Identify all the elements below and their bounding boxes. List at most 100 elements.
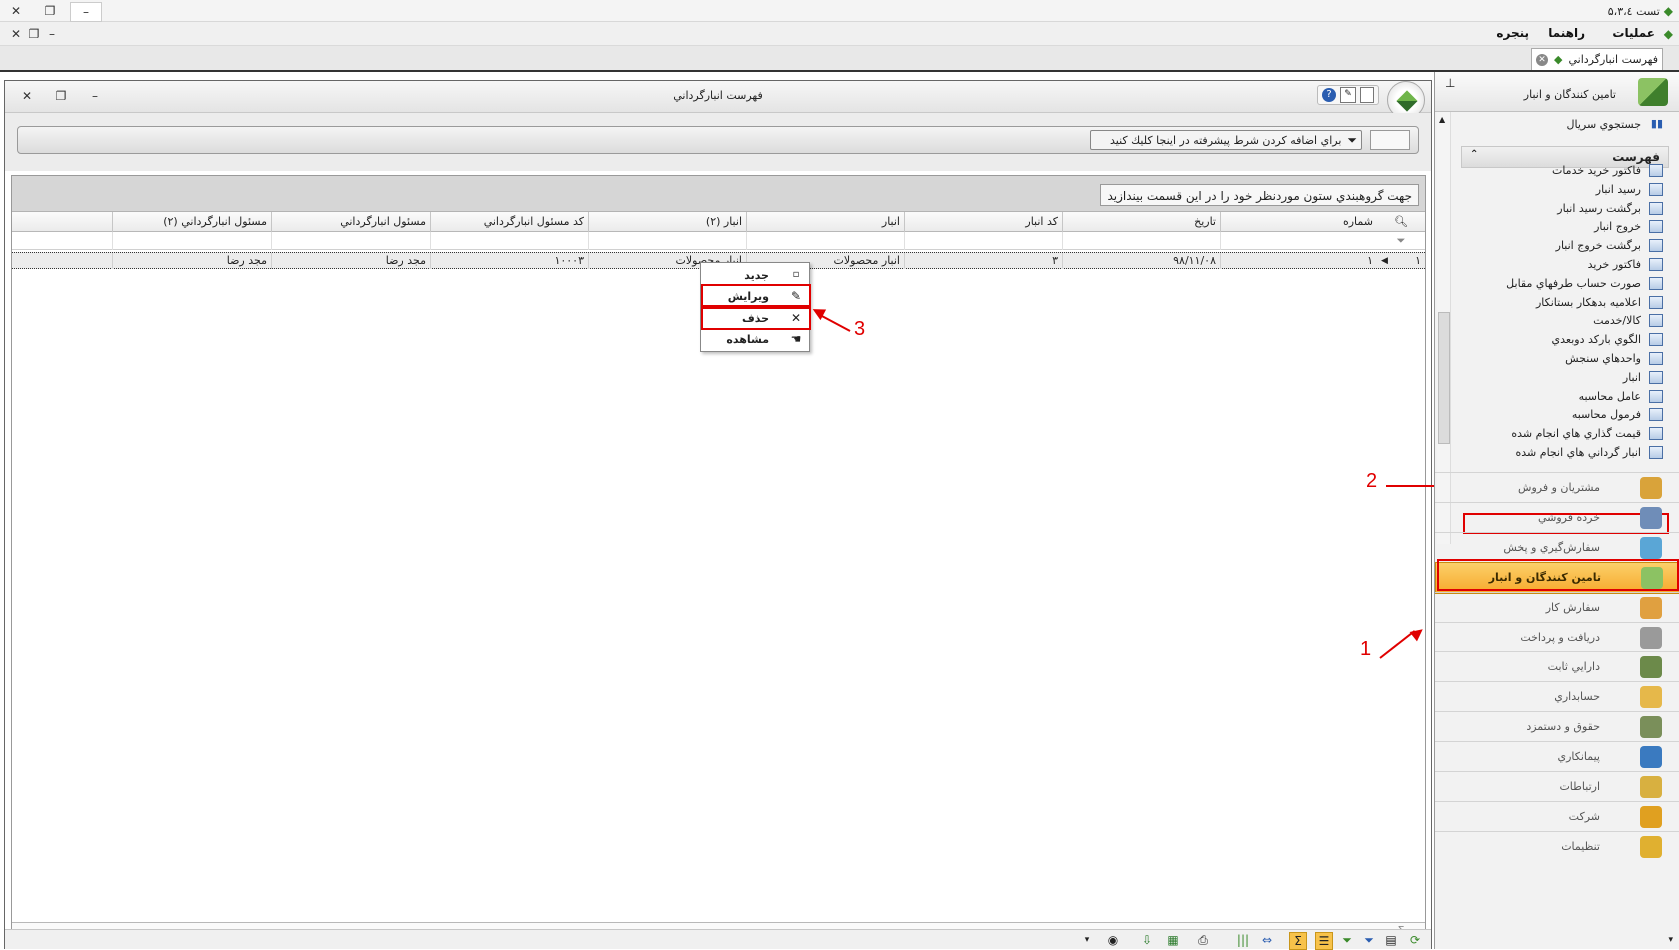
export-icon[interactable]: ⇩ (1139, 932, 1155, 948)
tab-inventory-count-list[interactable]: ✕ ◆ فهرست انبارگرداني (1531, 48, 1663, 70)
grid-search-icon[interactable]: 🔍︎ (1377, 212, 1425, 232)
cell-number[interactable]: ۱ (1220, 253, 1377, 269)
filter-cell[interactable] (588, 232, 746, 250)
module-item[interactable]: تنظيمات (1435, 830, 1679, 862)
column-header-warehouse-2[interactable]: انبار (۲) (588, 212, 746, 232)
context-menu-new-label: جديد (744, 269, 769, 282)
module-item[interactable]: حقوق و دستمزد (1435, 711, 1679, 742)
scroll-thumb[interactable] (1438, 312, 1450, 444)
nav-list-item[interactable]: كالا/خدمت (1461, 312, 1669, 331)
app-titlebar: ✕ ❐ – تست ۵،۳،٤ ◆ (0, 0, 1679, 22)
filter-icon[interactable]: ⏷ (1361, 932, 1377, 948)
help-icon[interactable]: ? (1322, 88, 1336, 102)
nav-list-item[interactable]: انبار (1461, 369, 1669, 388)
module-item[interactable]: حسابداري (1435, 681, 1679, 712)
column-chooser-icon[interactable]: ▤ (1383, 932, 1399, 948)
context-menu-view[interactable]: مشاهده ☚ (701, 329, 809, 350)
nav-list-item-label: رسيد انبار (1595, 182, 1641, 196)
app-restore-button[interactable]: ❐ (38, 2, 62, 20)
row-indicator[interactable]: ◀ ۱ (1377, 253, 1425, 269)
nav-list-item[interactable]: اعلاميه بدهكار بستانكار (1461, 294, 1669, 313)
module-item[interactable]: خرده فروشي (1435, 501, 1679, 533)
filter-side-box[interactable] (1370, 130, 1410, 150)
nav-list-item[interactable]: صورت حساب طرفهاي مقابل (1461, 275, 1669, 294)
module-item[interactable]: شركت (1435, 800, 1679, 832)
nav-list-item-label: برگشت خروج انبار (1555, 239, 1641, 253)
excel-export-icon[interactable]: ▦ (1165, 932, 1181, 948)
cell-count-manager[interactable]: مجد رضا (271, 253, 430, 269)
nav-list-item[interactable]: برگشت رسيد انبار (1461, 200, 1669, 219)
nav-list-item[interactable]: قيمت گذاري هاي انجام شده (1461, 425, 1669, 444)
filter-cell[interactable] (430, 232, 588, 250)
module-icon (1640, 835, 1662, 858)
nav-list-item[interactable]: برگشت خروج انبار (1461, 237, 1669, 256)
group-panel-icon[interactable]: ☰ (1315, 932, 1333, 950)
edit-note-icon[interactable]: ✎ (1340, 87, 1356, 103)
nav-list-item[interactable]: فاكتور خريد (1461, 256, 1669, 275)
nav-list-item[interactable]: رسيد انبار (1461, 181, 1669, 200)
nav-list-item[interactable]: واحدهاي سنجش (1461, 350, 1669, 369)
layout-icon[interactable]: ◉ (1105, 932, 1121, 948)
app-close-button[interactable]: ✕ (4, 2, 28, 20)
cell-date[interactable]: ۹۸/۱۱/۰۸ (1062, 253, 1220, 269)
module-item[interactable]: دريافت و پرداخت (1435, 621, 1679, 653)
filter-cell[interactable] (1062, 232, 1220, 250)
nav-list-item[interactable]: خروج انبار (1461, 218, 1669, 237)
column-header-count-manager-code[interactable]: كد مسئول انبارگرداني (430, 212, 588, 232)
module-item[interactable]: پيمانكاري (1435, 741, 1679, 772)
context-menu-new[interactable]: جديد ▫ (701, 265, 809, 286)
collapse-icon[interactable]: ⌃ (1470, 149, 1478, 160)
nav-list-item[interactable]: الگوي باركد دوبعدي (1461, 331, 1669, 350)
form-icon (1649, 164, 1663, 177)
row-filter-icon[interactable]: ⏷ (1377, 232, 1425, 250)
nav-list-item[interactable]: فرمول محاسبه (1461, 406, 1669, 425)
filter-cell[interactable] (112, 232, 271, 250)
cell-count-manager-2[interactable]: مجد رضا (112, 253, 271, 269)
nav-scroll-down-icon[interactable]: ▾ (1668, 935, 1673, 945)
column-header-date[interactable]: تاريخ (1062, 212, 1220, 232)
summary-icon[interactable]: Σ (1289, 932, 1307, 950)
module-item[interactable]: دارايي ثابت (1435, 651, 1679, 682)
scroll-up-icon[interactable]: ▲ (1439, 115, 1445, 124)
filter-cell[interactable] (271, 232, 430, 250)
filter-cell[interactable] (1220, 232, 1377, 250)
grid-lines-icon[interactable]: ||| (1235, 932, 1251, 948)
column-header-warehouse[interactable]: انبار (746, 212, 904, 232)
cell-count-manager-code[interactable]: ۱۰۰۰۳ (430, 253, 588, 269)
app-minimize-button[interactable]: – (70, 2, 102, 22)
pin-icon[interactable]: ⊥ (1445, 76, 1455, 90)
column-header-count-manager[interactable]: مسئول انبارگرداني (271, 212, 430, 232)
row-index: ۱ (1415, 254, 1421, 267)
cell-warehouse-code[interactable]: ۳ (904, 253, 1062, 269)
app-title: تست ۵،۳،٤ ◆ (1608, 3, 1673, 19)
add-filter-condition-button[interactable]: براي اضافه كردن شرط پيشرفته در اينجا كلي… (1090, 130, 1362, 150)
nav-list-item[interactable]: عامل محاسبه (1461, 388, 1669, 407)
dropdown-arrow-icon[interactable]: ▾ (1079, 932, 1095, 948)
module-item[interactable]: ارتباطات (1435, 771, 1679, 802)
nav-header-logo-icon (1638, 78, 1668, 106)
form-icon (1649, 408, 1663, 422)
column-header-warehouse-code[interactable]: كد انبار (904, 212, 1062, 232)
filter-editor-icon[interactable]: ⏷ (1339, 932, 1355, 948)
module-icon (1640, 596, 1662, 619)
new-page-icon[interactable] (1360, 87, 1374, 103)
serial-search[interactable]: جستجوي سريال ▮▮ (1461, 114, 1669, 136)
tab-close-icon[interactable]: ✕ (1536, 53, 1549, 66)
refresh-icon[interactable]: ⟳ (1407, 932, 1423, 948)
group-by-panel[interactable]: جهت گروهبندي ستون موردنظر خود را در اين … (12, 176, 1425, 212)
menu-operations[interactable]: عمليات (1612, 26, 1655, 40)
column-header-count-manager-2[interactable]: مسئول انبارگرداني (۲) (112, 212, 271, 232)
module-item[interactable]: مشتريان و فروش (1435, 472, 1679, 503)
print-icon[interactable]: ⎙ (1195, 932, 1211, 948)
nav-list-item[interactable]: فاكتور خريد خدمات (1461, 162, 1669, 181)
fit-columns-icon[interactable]: ⇔ (1259, 932, 1275, 948)
filter-cell[interactable] (746, 232, 904, 250)
module-item[interactable]: سفارش كار (1435, 591, 1679, 623)
menu-window[interactable]: پنجره (1496, 26, 1529, 40)
mdi-minimize-button[interactable]: – (40, 25, 64, 43)
nav-list-item[interactable]: انبار گرداني هاي انجام شده (1461, 444, 1669, 463)
column-header-number[interactable]: شماره (1220, 212, 1377, 232)
menu-help[interactable]: راهنما (1548, 26, 1585, 40)
filter-cell[interactable] (904, 232, 1062, 250)
nav-list-item-label: فاكتور خريد (1587, 258, 1641, 271)
